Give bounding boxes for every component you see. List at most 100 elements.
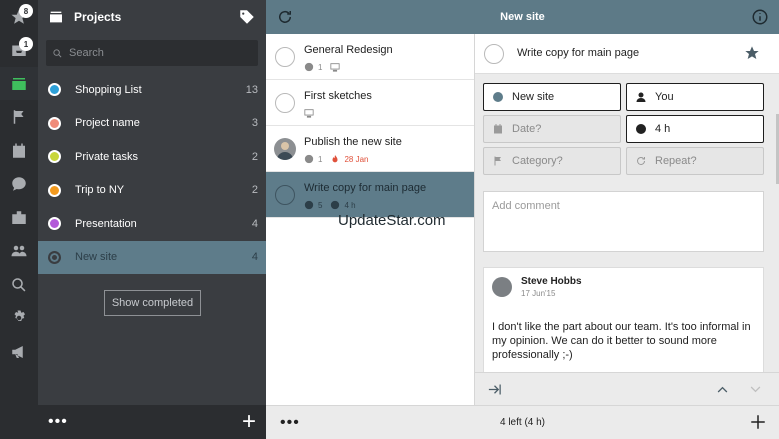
avatar	[492, 277, 512, 297]
project-item-trip-to-ny[interactable]: Trip to NY 2	[38, 174, 266, 208]
repeat-icon	[637, 156, 645, 165]
detail-footer	[475, 372, 779, 405]
search-nav[interactable]	[0, 268, 38, 301]
comment-date: 17 Jun'15	[521, 289, 556, 298]
flag-icon	[494, 156, 501, 166]
detail-header: Write copy for main page	[475, 34, 779, 74]
flag-icon	[13, 109, 24, 124]
repeat-placeholder: Repeat?	[655, 155, 697, 167]
projects-nav[interactable]	[0, 67, 38, 100]
project-item-project-name[interactable]: Project name 3	[38, 107, 266, 141]
comment-count: 1	[318, 62, 323, 72]
project-color-dot	[48, 116, 61, 130]
star-icon[interactable]	[744, 45, 760, 61]
project-name: Private tasks	[75, 150, 138, 163]
task-checkbox[interactable]	[275, 93, 295, 113]
task-meta: 1 28 Jan	[304, 154, 368, 164]
project-color-dot	[48, 150, 61, 164]
projects-icon	[12, 77, 26, 90]
repeat-field[interactable]: Repeat?	[626, 147, 764, 175]
tasks-title: New site	[500, 11, 545, 23]
settings-nav[interactable]	[0, 301, 38, 334]
announcements-nav[interactable]	[0, 335, 38, 368]
projects-footer: ••• +	[38, 405, 266, 439]
duration-field[interactable]: 4 h	[626, 115, 764, 143]
gear-icon	[14, 310, 25, 321]
project-count: 2	[251, 184, 258, 197]
briefcase-icon	[12, 210, 26, 224]
projects-panel: Projects Search Shopping List 13 Project…	[38, 0, 266, 439]
flag-nav[interactable]	[0, 100, 38, 133]
project-count: 4	[251, 251, 258, 264]
comment-icon	[304, 154, 314, 164]
inbox-badge: 1	[19, 37, 33, 51]
project-color-dot	[48, 83, 61, 97]
search-input[interactable]: Search	[46, 40, 258, 66]
project-color-dot	[48, 183, 61, 197]
detail-checkbox[interactable]	[484, 44, 504, 64]
people-icon	[11, 245, 27, 256]
more-options-button[interactable]: •••	[48, 413, 68, 431]
chevron-down-icon[interactable]	[748, 382, 763, 397]
duration: 4 h	[344, 200, 356, 210]
assignee-field[interactable]: You	[626, 83, 764, 111]
task-title: First sketches	[304, 90, 372, 102]
chevron-up-icon[interactable]	[715, 382, 730, 397]
task-checkbox[interactable]	[275, 185, 295, 205]
add-comment-input[interactable]: Add comment	[483, 191, 764, 252]
add-project-button[interactable]: +	[242, 410, 256, 434]
project-count: 13	[245, 83, 258, 96]
chat-nav[interactable]	[0, 167, 38, 200]
projects-title: Projects	[74, 10, 122, 24]
inbox-nav[interactable]: 1	[0, 33, 38, 66]
clock-icon	[331, 200, 340, 210]
task-item[interactable]: First sketches	[266, 80, 474, 126]
task-meta	[304, 108, 318, 118]
add-task-icon[interactable]	[749, 413, 767, 431]
project-item-shopping-list[interactable]: Shopping List 13	[38, 73, 266, 107]
tag-icon[interactable]	[238, 8, 256, 26]
comment-icon	[304, 200, 314, 210]
duration-value: 4 h	[655, 123, 671, 135]
search-placeholder: Search	[69, 47, 104, 59]
comment-count: 1	[318, 154, 323, 164]
project-name: Project name	[75, 117, 140, 130]
detail-title[interactable]: Write copy for main page	[517, 47, 639, 59]
project-value: New site	[512, 91, 555, 103]
briefcase-nav[interactable]	[0, 201, 38, 234]
show-completed-button[interactable]: Show completed	[104, 290, 201, 316]
project-item-presentation[interactable]: Presentation 4	[38, 207, 266, 241]
task-title: Write copy for main page	[304, 182, 427, 194]
collapse-panel-icon[interactable]	[487, 382, 502, 397]
task-item[interactable]: General Redesign 1	[266, 34, 474, 80]
starred-nav[interactable]: 8	[0, 0, 38, 33]
project-name: Shopping List	[75, 83, 142, 96]
task-checkbox[interactable]	[275, 47, 295, 67]
calendar-nav[interactable]	[0, 134, 38, 167]
project-name: Trip to NY	[75, 184, 125, 197]
project-item-new-site[interactable]: New site 4	[38, 240, 266, 274]
project-name: New site	[75, 251, 118, 264]
category-placeholder: Category?	[512, 155, 563, 167]
projects-header: Projects	[38, 0, 266, 34]
projects-icon	[50, 11, 62, 23]
project-list: Shopping List 13 Project name 3 Private …	[38, 73, 266, 274]
monitor-icon	[304, 109, 314, 118]
info-icon[interactable]	[751, 8, 769, 26]
tasks-header: New site	[266, 0, 779, 34]
radio-icon	[493, 92, 503, 102]
comment-text: I don't like the part about our team. It…	[492, 321, 751, 361]
task-item[interactable]: Publish the new site 1 28 Jan	[266, 126, 474, 172]
tasks-panel: New site General Redesign 1 First sketch…	[266, 0, 779, 439]
project-color-dot	[48, 250, 61, 264]
date-field[interactable]: Date?	[483, 115, 621, 143]
chat-icon	[12, 176, 26, 191]
fire-icon	[332, 154, 338, 163]
nav-rail: 8 1	[0, 0, 38, 439]
people-nav[interactable]	[0, 234, 38, 267]
project-color-dot	[48, 217, 61, 231]
project-field[interactable]: New site	[483, 83, 621, 111]
category-field[interactable]: Category?	[483, 147, 621, 175]
project-item-private-tasks[interactable]: Private tasks 2	[38, 140, 266, 174]
search-icon	[53, 48, 62, 57]
